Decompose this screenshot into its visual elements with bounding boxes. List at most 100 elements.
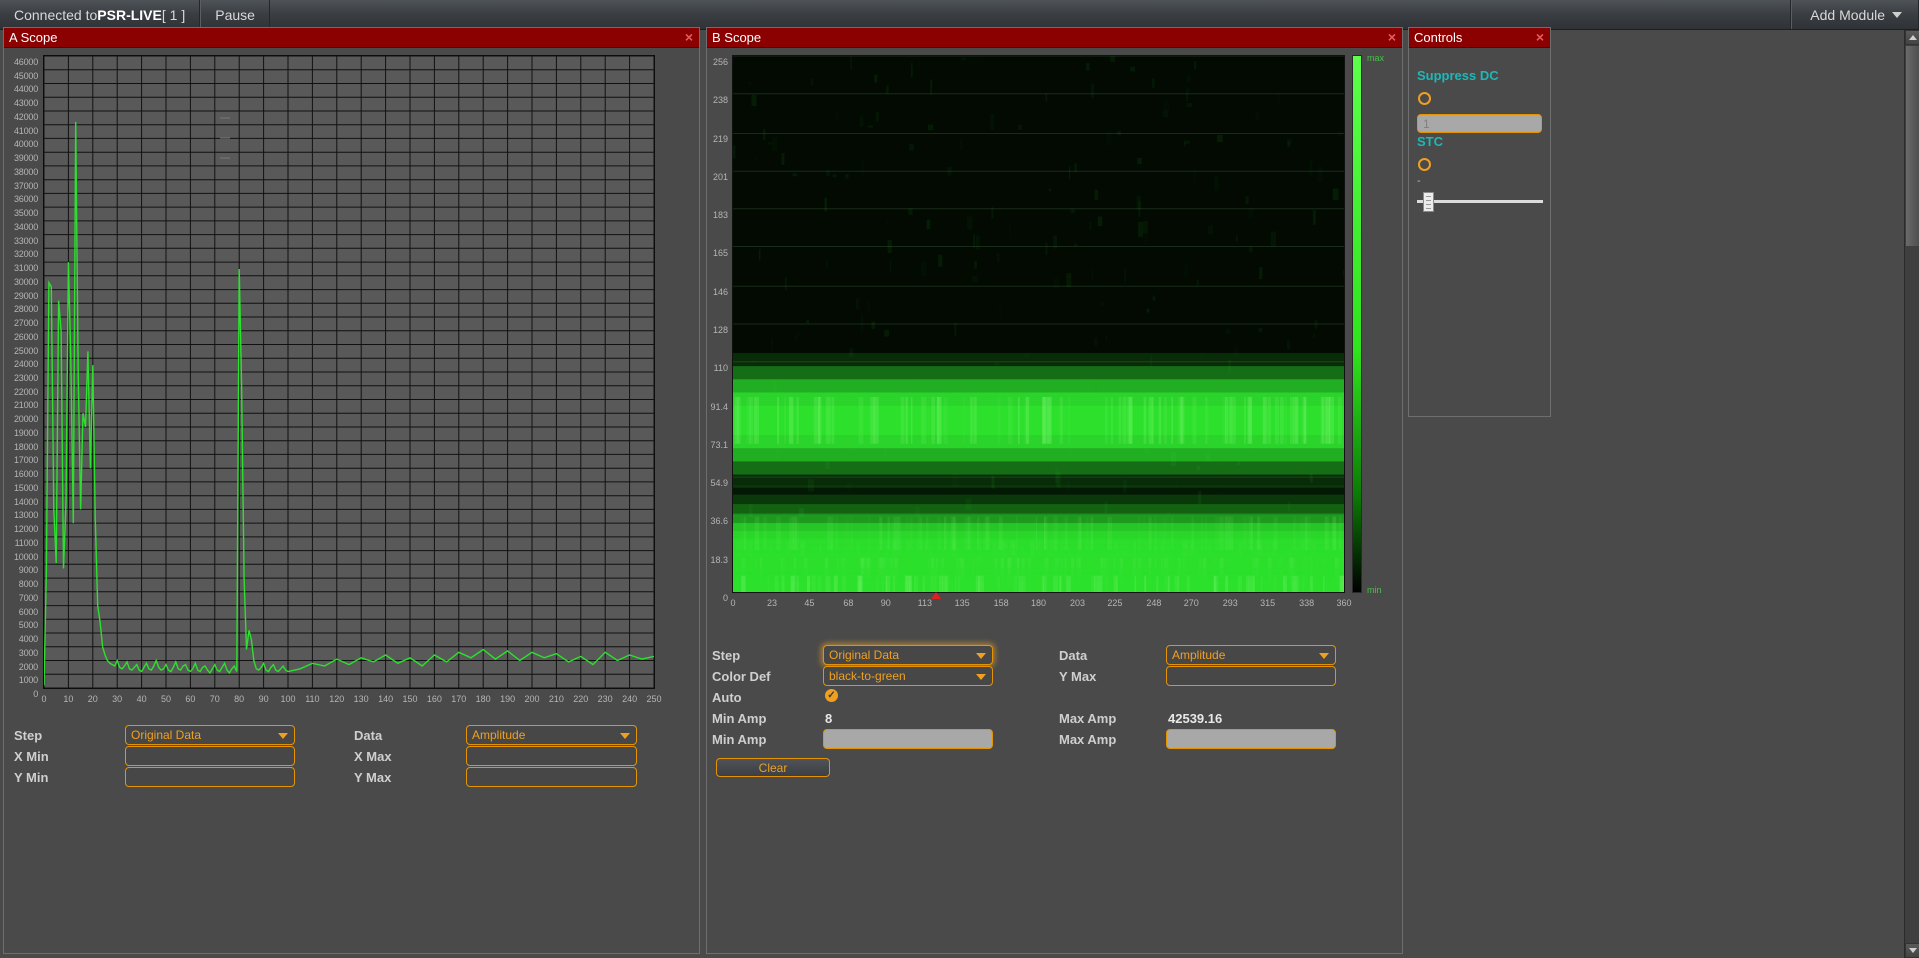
a-x-tick: 0 [41, 694, 47, 704]
b-x-tick: 23 [767, 598, 778, 608]
a-xmax-input[interactable] [466, 746, 637, 766]
b-x-tick: 225 [1107, 598, 1123, 608]
auto-checkbox-checked-icon[interactable]: ✓ [825, 689, 838, 702]
stc-slider-track [1417, 200, 1543, 203]
b-maxamp-input-label: Max Amp [1059, 732, 1117, 747]
a-xmin-label: X Min [14, 749, 49, 764]
b-y-tick: 238 [712, 94, 728, 105]
a-y-tick: 43000 [13, 98, 38, 109]
a-x-tick: 230 [597, 694, 613, 704]
a-x-tick: 200 [524, 694, 540, 704]
a-scope-plot[interactable] [43, 55, 655, 689]
a-y-tick: 23000 [13, 373, 38, 383]
b-scope-plot[interactable] [732, 55, 1349, 615]
b-scope-title: B Scope [712, 30, 762, 45]
b-colordef-select[interactable]: black-to-green [823, 666, 993, 686]
a-step-select[interactable]: Original Data [125, 725, 295, 745]
a-x-tick: 100 [280, 694, 296, 704]
chevron-down-icon [976, 674, 986, 680]
a-xmin-input[interactable] [125, 746, 295, 766]
b-ymax-input[interactable] [1166, 666, 1336, 686]
a-y-tick: 39000 [13, 153, 38, 164]
a-y-tick: 2000 [18, 661, 38, 672]
b-x-tick: 0 [730, 598, 736, 608]
connection-status-button[interactable]: Connected to PSR-LIVE [ 1 ] [0, 0, 201, 29]
b-x-tick: 135 [954, 598, 970, 608]
b-x-tick: 360 [1336, 598, 1352, 608]
a-y-tick: 0 [33, 689, 38, 699]
a-ymin-label: Y Min [14, 770, 49, 785]
a-x-tick: 110 [305, 694, 320, 704]
b-y-tick: 54.9 [710, 478, 728, 489]
a-ymin-input[interactable] [125, 767, 295, 787]
b-scope-range-marker[interactable] [930, 592, 941, 599]
a-x-tick: 170 [451, 694, 467, 704]
a-y-tick: 13000 [13, 510, 38, 521]
b-scope-panel: B Scope × 256 238 219 201 183 165 146 128 110 91.… [706, 27, 1403, 954]
add-module-button[interactable]: Add Module [1791, 0, 1919, 29]
a-x-tick: 20 [87, 694, 98, 704]
add-module-label: Add Module [1810, 6, 1885, 23]
a-data-select[interactable]: Amplitude [466, 725, 637, 745]
a-y-tick: 35000 [13, 208, 38, 219]
scrollbar-thumb[interactable] [1906, 46, 1919, 246]
chevron-down-icon [1908, 948, 1917, 953]
b-y-tick: 110 [713, 362, 728, 373]
b-step-select[interactable]: Original Data [823, 645, 993, 665]
a-y-tick: 30000 [13, 276, 38, 287]
b-maxamp-value: 42539.16 [1168, 711, 1223, 726]
suppress-dc-radio-icon[interactable] [1418, 92, 1431, 105]
scroll-up-button[interactable] [1905, 30, 1919, 45]
b-maxamp-input[interactable] [1166, 729, 1336, 749]
b-y-tick: 91.4 [710, 401, 728, 412]
a-y-tick: 10000 [13, 551, 38, 562]
page-scrollbar[interactable] [1904, 30, 1919, 958]
a-y-tick: 29000 [13, 290, 38, 301]
scroll-down-button[interactable] [1905, 943, 1919, 958]
chevron-down-icon [1892, 11, 1902, 18]
a-scope-body: 46000 45000 44000 43000 42000 41000 40000 39000… [4, 49, 699, 953]
stc-slider[interactable] [1417, 192, 1543, 212]
controls-title: Controls [1414, 30, 1463, 45]
controls-titlebar: Controls × [1409, 28, 1550, 48]
b-x-tick: 113 [917, 598, 932, 608]
a-y-tick: 8000 [18, 579, 38, 590]
b-ymax-label: Y Max [1059, 669, 1097, 684]
a-y-tick: 40000 [13, 139, 38, 150]
close-icon[interactable]: × [685, 30, 693, 44]
b-y-tick: 183 [712, 209, 728, 220]
stc-radio-icon[interactable] [1418, 158, 1431, 171]
a-y-tick: 25000 [13, 345, 38, 356]
pause-button[interactable]: Pause [200, 0, 270, 29]
a-ymax-input[interactable] [466, 767, 637, 787]
b-minamp-input[interactable] [823, 729, 993, 749]
close-icon[interactable]: × [1536, 30, 1544, 44]
a-y-tick: 31000 [13, 263, 38, 274]
controls-body: Suppress DC 1 STC - [1409, 49, 1550, 416]
a-y-tick: 22000 [13, 386, 38, 397]
connection-prefix: Connected to [14, 6, 98, 23]
clear-button[interactable]: Clear [716, 758, 830, 777]
a-x-tick: 60 [185, 694, 196, 704]
a-y-tick: 33000 [13, 235, 38, 246]
b-x-tick: 248 [1146, 598, 1162, 608]
suppress-dc-input[interactable]: 1 [1417, 114, 1542, 133]
b-data-select[interactable]: Amplitude [1166, 645, 1336, 665]
b-y-tick: 165 [712, 247, 728, 258]
b-minamp-input-label: Min Amp [712, 732, 767, 747]
b-scope-colorbar [1352, 55, 1362, 593]
b-data-value: Amplitude [1172, 648, 1226, 662]
a-data-value: Amplitude [472, 728, 526, 742]
a-y-tick: 6000 [18, 606, 38, 617]
a-ymax-label: Y Max [354, 770, 392, 785]
a-x-tick: 90 [258, 694, 269, 704]
a-scope-y-axis: 46000 45000 44000 43000 42000 41000 40000 39000… [4, 55, 41, 699]
connection-name: PSR-LIVE [97, 6, 162, 23]
a-x-tick: 210 [548, 694, 564, 704]
b-x-tick: 293 [1222, 598, 1238, 608]
a-data-label: Data [354, 728, 383, 743]
a-x-tick: 50 [160, 694, 172, 704]
a-y-tick: 42000 [13, 111, 38, 122]
stc-slider-thumb[interactable] [1423, 192, 1434, 212]
close-icon[interactable]: × [1388, 30, 1396, 44]
